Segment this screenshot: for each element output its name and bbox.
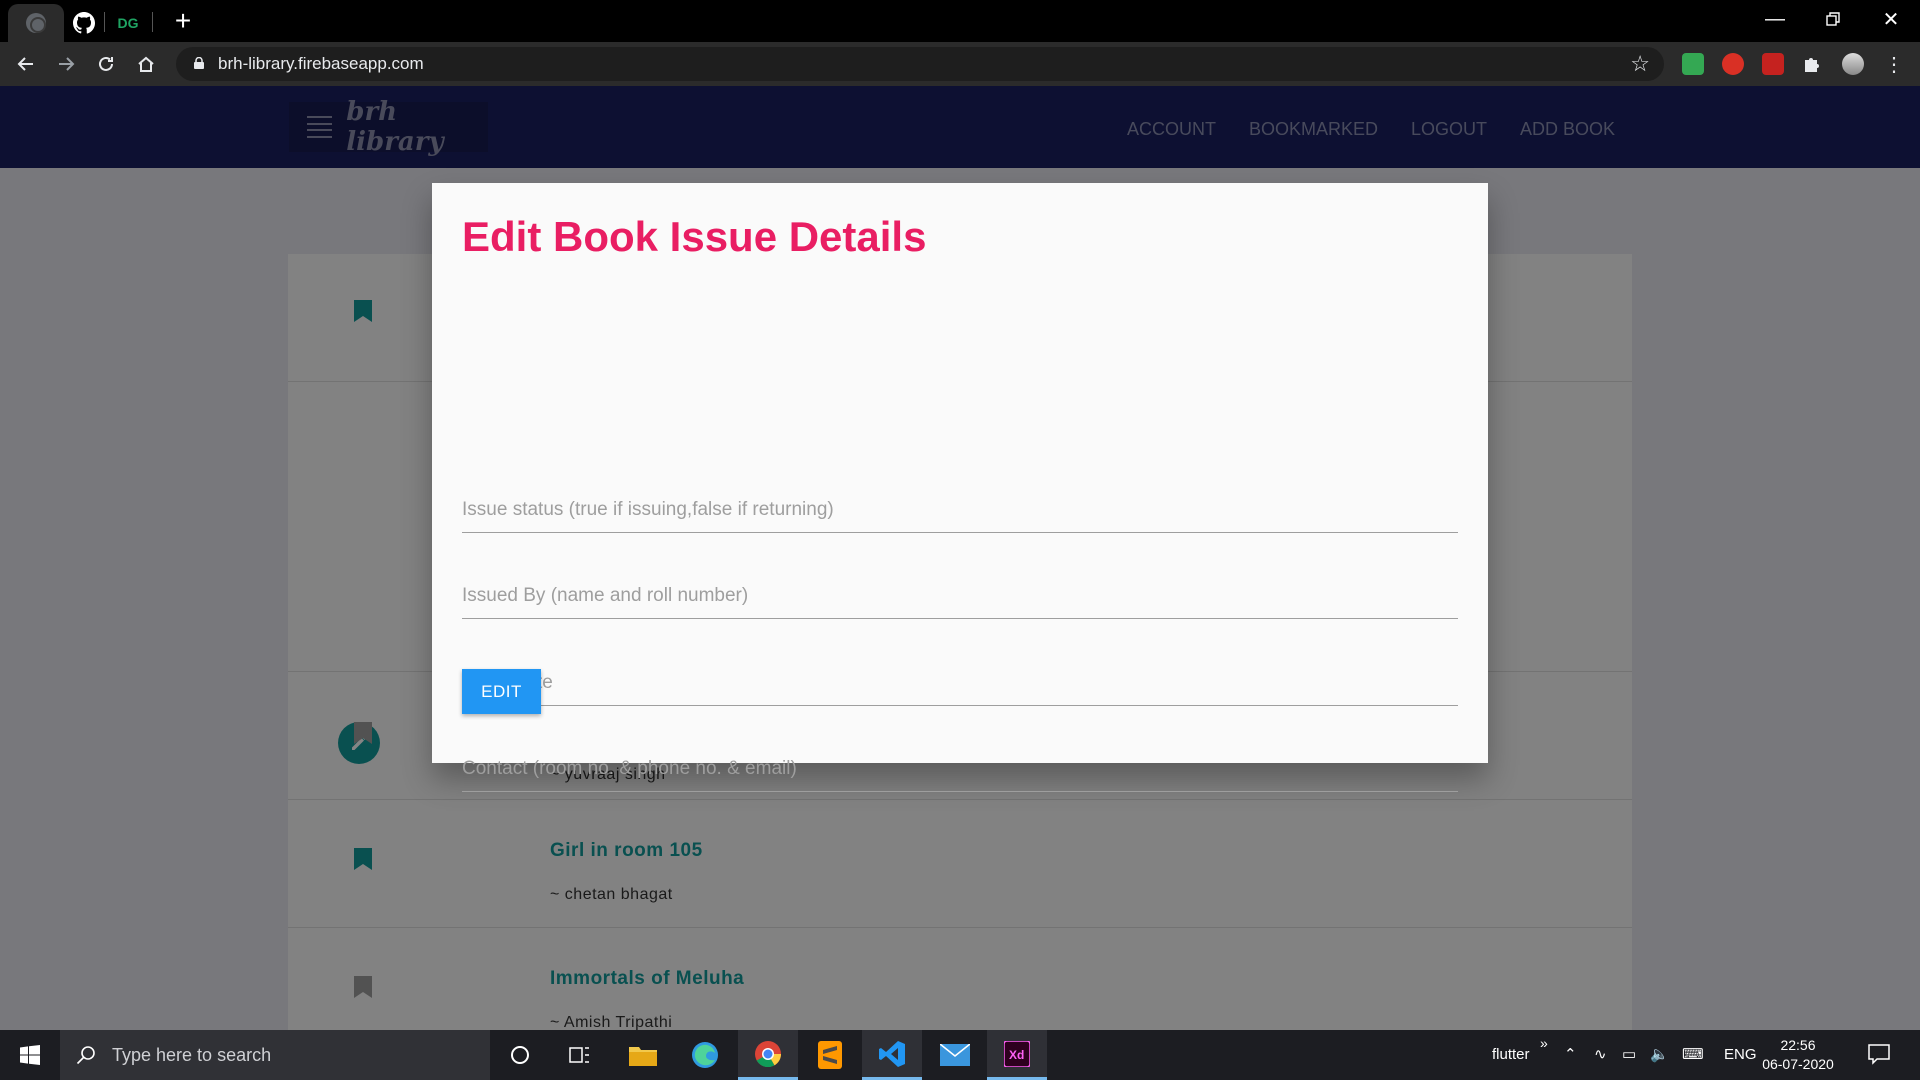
reload-button[interactable] — [92, 50, 120, 78]
issue-date-input[interactable] — [462, 660, 1458, 705]
adobe-xd-icon[interactable]: Xd — [987, 1030, 1047, 1080]
close-window-button[interactable]: ✕ — [1862, 0, 1920, 38]
chevron-up-icon[interactable]: ⌃ — [1564, 1030, 1577, 1080]
extension-mail-icon[interactable] — [1682, 53, 1704, 75]
battery-icon[interactable]: ▭ — [1622, 1030, 1636, 1080]
vscode-icon[interactable] — [862, 1030, 922, 1080]
back-button[interactable] — [12, 50, 40, 78]
forward-button[interactable] — [52, 50, 80, 78]
issue-status-input[interactable] — [462, 487, 1458, 532]
clock-date: 06-07-2020 — [1762, 1056, 1834, 1072]
profile-avatar[interactable] — [1842, 53, 1864, 75]
edit-submit-button[interactable]: EDIT — [462, 669, 541, 714]
minimize-button[interactable]: — — [1746, 0, 1804, 38]
issue-status-field[interactable] — [462, 487, 1458, 533]
mail-icon[interactable] — [925, 1030, 985, 1080]
language-indicator[interactable]: ENG — [1724, 1030, 1757, 1080]
address-bar[interactable]: brh-library.firebaseapp.com ☆ — [176, 47, 1664, 81]
clock-time: 22:56 — [1780, 1037, 1816, 1053]
reload-icon — [99, 56, 113, 71]
cortana-icon[interactable] — [490, 1030, 550, 1080]
windows-taskbar: Type here to search Xd flutter » ⌃ ∿ ▭ 🔈… — [0, 1030, 1920, 1080]
volume-icon[interactable]: 🔈 — [1650, 1030, 1669, 1080]
tab-dg[interactable]: DG — [110, 4, 146, 42]
clock[interactable]: 22:56 06-07-2020 — [1760, 1036, 1836, 1074]
search-icon — [76, 1046, 95, 1065]
contact-input[interactable] — [462, 746, 1458, 791]
search-placeholder: Type here to search — [112, 1044, 272, 1065]
file-explorer-icon[interactable] — [613, 1030, 673, 1080]
notifications-icon[interactable] — [1868, 1043, 1890, 1067]
svg-text:Xd: Xd — [1009, 1048, 1024, 1062]
browser-menu-icon[interactable]: ⋮ — [1880, 50, 1908, 78]
bookmark-star-icon[interactable]: ☆ — [1630, 51, 1650, 77]
start-button[interactable] — [0, 1030, 60, 1080]
arrow-left-icon — [17, 57, 33, 71]
lock-icon — [194, 57, 204, 69]
tab-separator — [104, 12, 105, 32]
modal-title: Edit Book Issue Details — [462, 213, 927, 260]
tab-dg-label: DG — [117, 15, 139, 31]
home-button[interactable] — [132, 50, 160, 78]
taskbar-search[interactable]: Type here to search — [60, 1030, 490, 1080]
wifi-icon[interactable]: ∿ — [1594, 1030, 1607, 1080]
globe-icon — [26, 13, 46, 33]
home-icon — [138, 56, 154, 72]
flutter-toolbar-label[interactable]: flutter — [1492, 1030, 1530, 1080]
tab-separator — [152, 12, 153, 32]
edge-icon[interactable] — [675, 1030, 735, 1080]
issued-by-input[interactable] — [462, 573, 1458, 618]
browser-toolbar: brh-library.firebaseapp.com ☆ ⋮ — [0, 42, 1920, 86]
extension-adblock-icon[interactable] — [1722, 53, 1744, 75]
arrow-right-icon — [59, 57, 75, 71]
browser-tab-strip: DG + — ✕ — [0, 0, 1920, 42]
url-text: brh-library.firebaseapp.com — [218, 54, 424, 73]
issue-date-field[interactable] — [462, 660, 1458, 706]
restore-button[interactable] — [1804, 0, 1862, 38]
windows-logo-icon — [20, 1045, 40, 1065]
chevron-double-right-icon[interactable]: » — [1540, 1018, 1548, 1068]
restore-icon — [1826, 12, 1840, 26]
extensions-puzzle-icon[interactable] — [1798, 50, 1826, 78]
edit-issue-modal: Edit Book Issue Details EDIT — [432, 183, 1488, 792]
sublime-text-icon[interactable] — [800, 1030, 860, 1080]
keyboard-icon[interactable]: ⌨ — [1682, 1030, 1704, 1080]
contact-field[interactable] — [462, 746, 1458, 792]
task-view-icon[interactable] — [550, 1030, 610, 1080]
new-tab-button[interactable]: + — [168, 6, 198, 36]
extension-pocket-icon[interactable] — [1762, 53, 1784, 75]
github-icon — [73, 12, 95, 34]
chrome-icon[interactable] — [738, 1030, 798, 1080]
tab-github[interactable] — [66, 4, 102, 42]
issued-by-field[interactable] — [462, 573, 1458, 619]
tab-active[interactable] — [8, 4, 64, 42]
